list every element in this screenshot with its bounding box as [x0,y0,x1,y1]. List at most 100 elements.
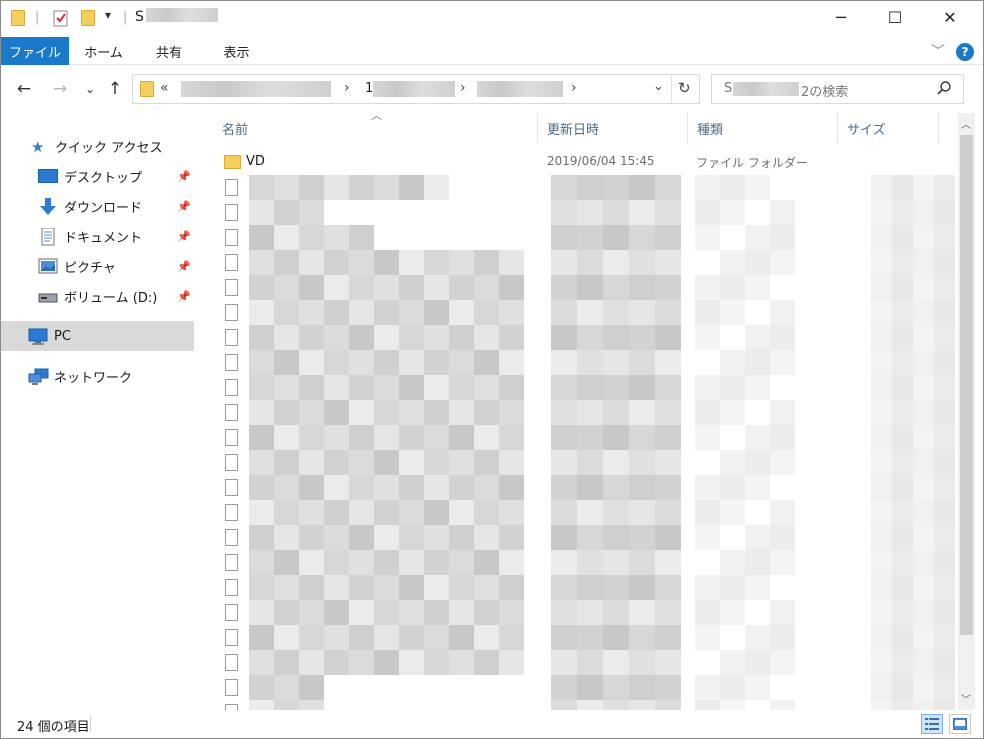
close-button[interactable]: ✕ [922,1,978,34]
redacted-block [577,250,603,275]
redacted-block [629,450,655,475]
pin-icon[interactable]: 📌 [177,260,191,273]
search-icon[interactable] [936,80,952,100]
scroll-down-icon[interactable]: ﹀ [961,691,971,706]
redacted-block [299,400,324,425]
tab-file[interactable]: ファイル [1,37,69,65]
redacted-block [249,250,274,275]
refresh-icon[interactable]: ↻ [678,79,691,97]
address-separator[interactable]: › [344,80,350,96]
maximize-button[interactable]: ☐ [867,1,923,34]
qa-customize-icon[interactable]: ▾ [105,8,111,22]
sidebar-item-documents[interactable]: ドキュメント 📌 [1,221,194,251]
redacted-block [934,225,955,250]
redacted-block [892,475,913,500]
redacted-block [349,175,374,200]
file-icon [225,379,238,396]
redacted-block [299,650,324,675]
address-bar[interactable]: « › 1 › › ⌄ ↻ [132,74,700,104]
pin-icon[interactable]: 📌 [177,170,191,183]
address-segment-2[interactable] [373,81,455,97]
column-separator[interactable] [837,113,838,143]
redacted-block [424,375,449,400]
redacted-block [551,675,577,700]
address-separator[interactable]: › [571,80,577,96]
address-dropdown-icon[interactable]: ⌄ [653,79,664,94]
redacted-block [892,425,913,450]
redacted-block [474,500,499,525]
new-folder-icon[interactable] [81,8,95,28]
address-separator[interactable]: › [460,80,466,96]
star-icon: ★ [31,138,45,156]
redacted-block [299,475,324,500]
redacted-block [934,475,955,500]
sidebar-item-downloads[interactable]: ダウンロード 📌 [1,191,194,221]
sidebar-item-desktop[interactable]: デスクトップ 📌 [1,161,194,191]
redacted-block [274,600,299,625]
redacted-block [871,200,892,225]
recent-locations-button[interactable]: ⌄ [79,76,101,102]
redacted-block [770,450,795,475]
redacted-block [720,175,745,200]
redacted-block [577,425,603,450]
column-header-name[interactable]: 名前 [222,113,537,143]
sidebar-item-quick-access[interactable]: ★ クイック アクセス [1,131,194,161]
redacted-block [274,325,299,350]
column-separator[interactable] [938,113,939,143]
minimize-button[interactable]: ─ [813,1,869,34]
redacted-block [249,275,274,300]
redacted-block [249,650,274,675]
column-separator[interactable] [687,113,688,143]
ribbon: ファイル ホーム 共有 表示 ﹀ ? [1,34,983,65]
pin-icon[interactable]: 📌 [177,230,191,243]
scroll-up-icon[interactable]: ︿ [961,116,971,131]
redacted-block [913,275,934,300]
search-box[interactable]: S 2の検索 [711,74,964,104]
details-view-button[interactable] [921,714,943,734]
redacted-block [499,325,524,350]
file-icon [225,679,238,696]
column-separator[interactable] [537,113,538,143]
forward-button[interactable]: → [49,76,71,102]
file-icon [225,654,238,671]
table-row[interactable]: VD 2019/06/04 15:45 ファイル フォルダー [219,150,959,175]
vertical-scrollbar[interactable]: ︿ ﹀ [958,113,975,710]
redacted-block [871,650,892,675]
help-icon[interactable]: ? [956,43,974,61]
sidebar-item-network[interactable]: ネットワーク [1,361,194,391]
sidebar-item-pc[interactable]: PC [1,321,194,351]
address-segment-1[interactable] [181,81,331,97]
scrollbar-thumb[interactable] [960,135,973,635]
redacted-block [892,525,913,550]
redacted-block [871,300,892,325]
sidebar-item-volume-d[interactable]: ボリューム (D:) 📌 [1,281,194,311]
redacted-block [499,400,524,425]
column-header-size[interactable]: サイズ [847,113,937,143]
title-bar: | ▾ | S ─ ☐ ✕ [1,1,983,34]
redacted-block [913,500,934,525]
redacted-block [474,375,499,400]
address-segment-3[interactable] [477,81,563,97]
ribbon-expand-icon[interactable]: ﹀ [931,41,945,61]
tab-home[interactable]: ホーム [76,37,131,65]
address-overflow-icon[interactable]: « [160,80,169,96]
redacted-block [577,450,603,475]
sidebar-item-pictures[interactable]: ピクチャ 📌 [1,251,194,281]
redacted-block [695,500,720,525]
pin-icon[interactable]: 📌 [177,290,191,303]
redacted-block [349,625,374,650]
redacted-block [871,675,892,700]
folder-icon[interactable] [11,8,25,28]
redacted-block [424,650,449,675]
up-button[interactable]: ↑ [104,76,126,102]
column-header-date[interactable]: 更新日時 [547,113,687,143]
tab-view[interactable]: 表示 [209,37,264,65]
large-icons-view-button[interactable] [949,714,971,734]
tab-share[interactable]: 共有 [144,37,194,65]
redacted-block [349,500,374,525]
redacted-block [274,625,299,650]
pin-icon[interactable]: 📌 [177,200,191,213]
column-header-type[interactable]: 種類 [697,113,837,143]
back-button[interactable]: ← [13,76,35,102]
properties-icon[interactable] [53,8,69,28]
